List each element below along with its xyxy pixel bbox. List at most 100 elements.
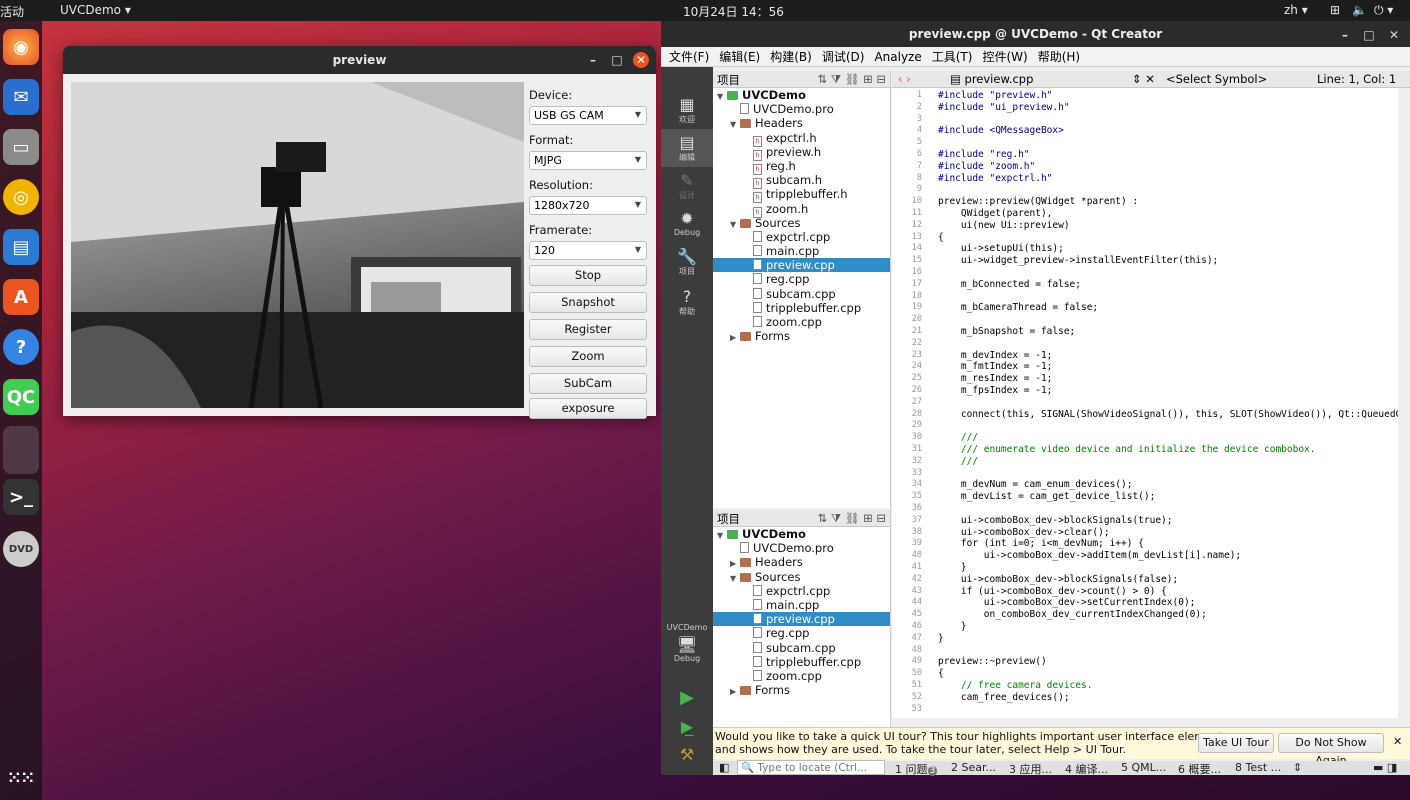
framerate-combobox[interactable]: 120 ▼ bbox=[529, 241, 647, 260]
locator-input[interactable]: 🔍 Type to locate (Ctrl... bbox=[737, 760, 885, 775]
maximize-icon[interactable]: □ bbox=[1361, 27, 1377, 43]
kit-selector[interactable]: UVCDemo 🖥 Debug bbox=[661, 623, 713, 663]
tree-item[interactable]: expctrl.cpp bbox=[713, 584, 890, 598]
tree-item[interactable]: preview.cpp bbox=[713, 612, 890, 627]
mode-welcome[interactable]: ▦ 欢迎 bbox=[661, 95, 713, 125]
mode-help[interactable]: ? 帮助 bbox=[661, 287, 713, 317]
tree-item[interactable]: ▶ Headers bbox=[713, 555, 890, 569]
clock[interactable]: 10月24日 14：56 bbox=[683, 3, 784, 20]
camera-preview[interactable] bbox=[71, 82, 524, 408]
tree-item[interactable]: h zoom.h bbox=[713, 202, 890, 218]
output-toggle-icon[interactable]: ▬ ◨ bbox=[1373, 761, 1397, 774]
writer-icon[interactable]: ▤ bbox=[3, 229, 39, 265]
tree-item[interactable]: main.cpp bbox=[713, 244, 890, 258]
menu-analyze[interactable]: Analyze bbox=[874, 47, 921, 66]
close-icon[interactable]: ✕ bbox=[633, 52, 649, 68]
menu-window[interactable]: 控件(W) bbox=[982, 47, 1027, 66]
tree-item[interactable]: preview.cpp bbox=[713, 258, 890, 273]
tree-item[interactable]: ▼ UVCDemo bbox=[713, 88, 890, 102]
tree-item[interactable]: h subcam.h bbox=[713, 173, 890, 190]
tree-item[interactable]: ▶ Forms bbox=[713, 683, 890, 697]
help-icon[interactable]: ? bbox=[3, 329, 39, 365]
tree-item[interactable]: h tripplebuffer.h bbox=[713, 187, 890, 204]
qtcreator-titlebar[interactable]: preview.cpp @ UVCDemo - Qt Creator – □ ✕ bbox=[661, 21, 1410, 47]
power-icon[interactable]: ⏻ ▾ bbox=[1374, 3, 1393, 18]
rhythmbox-icon[interactable]: ◎ bbox=[3, 179, 39, 215]
take-ui-tour-button[interactable]: Take UI Tour bbox=[1198, 733, 1274, 753]
tree-item[interactable]: h reg.h bbox=[713, 159, 890, 175]
tab-application-output[interactable]: 3 应用... bbox=[1009, 761, 1052, 777]
more-tabs-icon[interactable]: ⇕ bbox=[1293, 761, 1302, 774]
tree-item[interactable]: subcam.cpp bbox=[713, 287, 890, 301]
terminal-icon[interactable]: >_ bbox=[3, 479, 39, 515]
back-icon[interactable]: ‹ › bbox=[898, 72, 911, 86]
debug-run-icon[interactable]: ▶̲ bbox=[661, 717, 713, 736]
network-icon[interactable]: ⊞ bbox=[1330, 3, 1340, 17]
files-icon[interactable]: ▭ bbox=[3, 129, 39, 165]
exposure-button[interactable]: exposure bbox=[529, 398, 647, 419]
snapshot-button[interactable]: Snapshot bbox=[529, 292, 647, 313]
tree-item[interactable]: tripplebuffer.cpp bbox=[713, 301, 890, 315]
chevron-right-icon[interactable]: ▶ bbox=[730, 331, 740, 345]
mode-projects[interactable]: 🔧 项目 bbox=[661, 247, 713, 277]
maximize-icon[interactable]: □ bbox=[609, 52, 625, 68]
tree-item[interactable]: ▼ UVCDemo bbox=[713, 527, 890, 541]
chevron-right-icon[interactable]: ▶ bbox=[730, 685, 740, 699]
minimize-icon[interactable]: – bbox=[1337, 27, 1353, 43]
tree-item[interactable]: ▼ Sources bbox=[713, 216, 890, 230]
thunderbird-icon[interactable]: ✉ bbox=[3, 79, 39, 115]
close-document-icon[interactable]: ⇕ ✕ bbox=[1132, 72, 1155, 86]
project-panel-title-2[interactable]: 项目 bbox=[717, 511, 740, 527]
tree-item[interactable]: reg.cpp bbox=[713, 626, 890, 640]
build-hammer-icon[interactable]: ⚒ bbox=[661, 745, 713, 764]
device-combobox[interactable]: USB GS CAM ▼ bbox=[529, 106, 647, 125]
tree-item[interactable]: zoom.cpp bbox=[713, 315, 890, 329]
tree-item[interactable]: reg.cpp bbox=[713, 272, 890, 286]
tree-item[interactable]: expctrl.cpp bbox=[713, 230, 890, 244]
stop-button[interactable]: Stop bbox=[529, 265, 647, 286]
tree-item[interactable]: h expctrl.h bbox=[713, 131, 890, 147]
tree-item[interactable]: UVCDemo.pro bbox=[713, 541, 890, 555]
zoom-button[interactable]: Zoom bbox=[529, 346, 647, 367]
menu-debug[interactable]: 调试(D) bbox=[822, 47, 865, 66]
symbol-selector[interactable]: <Select Symbol> bbox=[1166, 72, 1267, 86]
sidebar-toggle-icon[interactable]: ◧ bbox=[719, 761, 729, 774]
show-apps-icon[interactable]: ⁙⁙ bbox=[3, 759, 39, 795]
tab-general-messages[interactable]: 6 概要... bbox=[1178, 761, 1221, 777]
tree-item[interactable]: subcam.cpp bbox=[713, 641, 890, 655]
menu-help[interactable]: 帮助(H) bbox=[1038, 47, 1080, 66]
do-not-show-again-button[interactable]: Do Not Show Again bbox=[1278, 733, 1384, 767]
tree-item[interactable]: tripplebuffer.cpp bbox=[713, 655, 890, 669]
tree-item[interactable]: h preview.h bbox=[713, 145, 890, 161]
app-menu[interactable]: UVCDemo ▾ bbox=[60, 3, 131, 17]
filter-icon[interactable]: ⇅ ⧩ ⛓ ⊞ ⊟ bbox=[818, 72, 886, 87]
tree-item[interactable]: UVCDemo.pro bbox=[713, 102, 890, 116]
tree-item[interactable]: ▶ Forms bbox=[713, 329, 890, 343]
tab-issues[interactable]: 1 问题 3 bbox=[895, 761, 938, 777]
line-column-indicator[interactable]: Line: 1, Col: 1 bbox=[1317, 72, 1396, 86]
qtcreator-icon[interactable]: QC bbox=[3, 379, 39, 415]
menu-edit[interactable]: 编辑(E) bbox=[719, 47, 760, 66]
mode-edit[interactable]: ▤ 编辑 bbox=[661, 129, 713, 167]
tab-compile-output[interactable]: 4 编译... bbox=[1065, 761, 1108, 777]
mode-debug[interactable]: ✹ Debug bbox=[661, 209, 713, 237]
dvd-icon[interactable]: DVD bbox=[3, 531, 39, 567]
tree-item[interactable]: ▼ Sources bbox=[713, 570, 890, 584]
tree-item[interactable]: main.cpp bbox=[713, 598, 890, 612]
close-icon[interactable]: ✕ bbox=[1386, 27, 1402, 43]
activities-button[interactable]: 活动 bbox=[0, 3, 24, 20]
menu-tools[interactable]: 工具(T) bbox=[932, 47, 973, 66]
resolution-combobox[interactable]: 1280x720 ▼ bbox=[529, 196, 647, 215]
tab-search[interactable]: 2 Sear... bbox=[951, 761, 996, 774]
tree-item[interactable]: zoom.cpp bbox=[713, 669, 890, 683]
filter-icon[interactable]: ⇅ ⧩ ⛓ ⊞ ⊟ bbox=[818, 511, 886, 526]
minimize-icon[interactable]: – bbox=[585, 52, 601, 68]
tab-qml-debugger[interactable]: 5 QML... bbox=[1121, 761, 1166, 774]
language-indicator[interactable]: zh ▾ bbox=[1284, 3, 1308, 17]
menu-build[interactable]: 构建(B) bbox=[770, 47, 812, 66]
active-app-slot[interactable] bbox=[3, 426, 39, 474]
project-panel-title[interactable]: 项目 bbox=[717, 72, 740, 88]
format-combobox[interactable]: MJPG ▼ bbox=[529, 151, 647, 170]
tree-item[interactable]: ▼ Headers bbox=[713, 116, 890, 130]
volume-icon[interactable]: 🔈 bbox=[1352, 3, 1367, 17]
